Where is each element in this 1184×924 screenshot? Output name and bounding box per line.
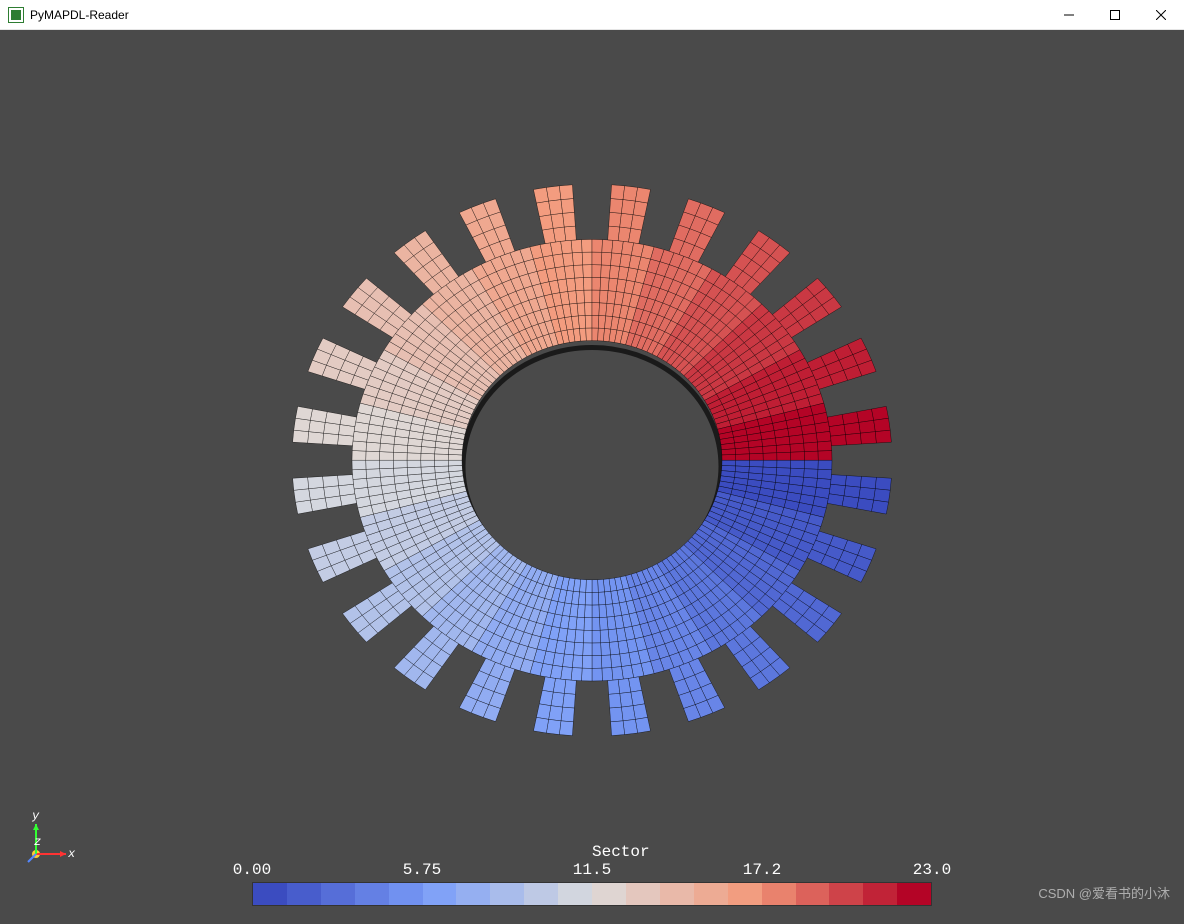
close-button[interactable] bbox=[1138, 0, 1184, 30]
cyclic-sector-mesh bbox=[232, 88, 952, 808]
legend-ticks: 0.005.7511.517.223.0 bbox=[252, 862, 932, 880]
maximize-button[interactable] bbox=[1092, 0, 1138, 30]
legend-tick: 17.2 bbox=[743, 862, 781, 878]
minimize-icon bbox=[1064, 10, 1074, 20]
legend-title: Sector bbox=[592, 844, 932, 860]
axis-y-label: y bbox=[32, 810, 39, 822]
legend-tick: 0.00 bbox=[233, 862, 271, 878]
maximize-icon bbox=[1110, 10, 1120, 20]
legend-tick: 11.5 bbox=[573, 862, 611, 878]
legend-tick: 23.0 bbox=[913, 862, 951, 878]
watermark: CSDN @爱看书的小沐 bbox=[1038, 883, 1170, 902]
axis-x-label: x bbox=[68, 848, 75, 860]
axis-triad: x y z bbox=[18, 812, 78, 872]
legend-tick: 5.75 bbox=[403, 862, 441, 878]
scalar-legend: Sector 0.005.7511.517.223.0 bbox=[252, 844, 932, 906]
axis-z-label: z bbox=[34, 836, 41, 848]
minimize-button[interactable] bbox=[1046, 0, 1092, 30]
legend-colorbar bbox=[252, 882, 932, 906]
window-titlebar: PyMAPDL-Reader bbox=[0, 0, 1184, 30]
app-icon bbox=[8, 7, 24, 23]
close-icon bbox=[1156, 10, 1166, 20]
window-title: PyMAPDL-Reader bbox=[30, 8, 129, 22]
scene bbox=[0, 30, 1184, 924]
render-viewport[interactable]: x y z Sector 0.00 5.75 11.5 17.2 23.0 CSDN @… bbox=[0, 30, 1184, 924]
